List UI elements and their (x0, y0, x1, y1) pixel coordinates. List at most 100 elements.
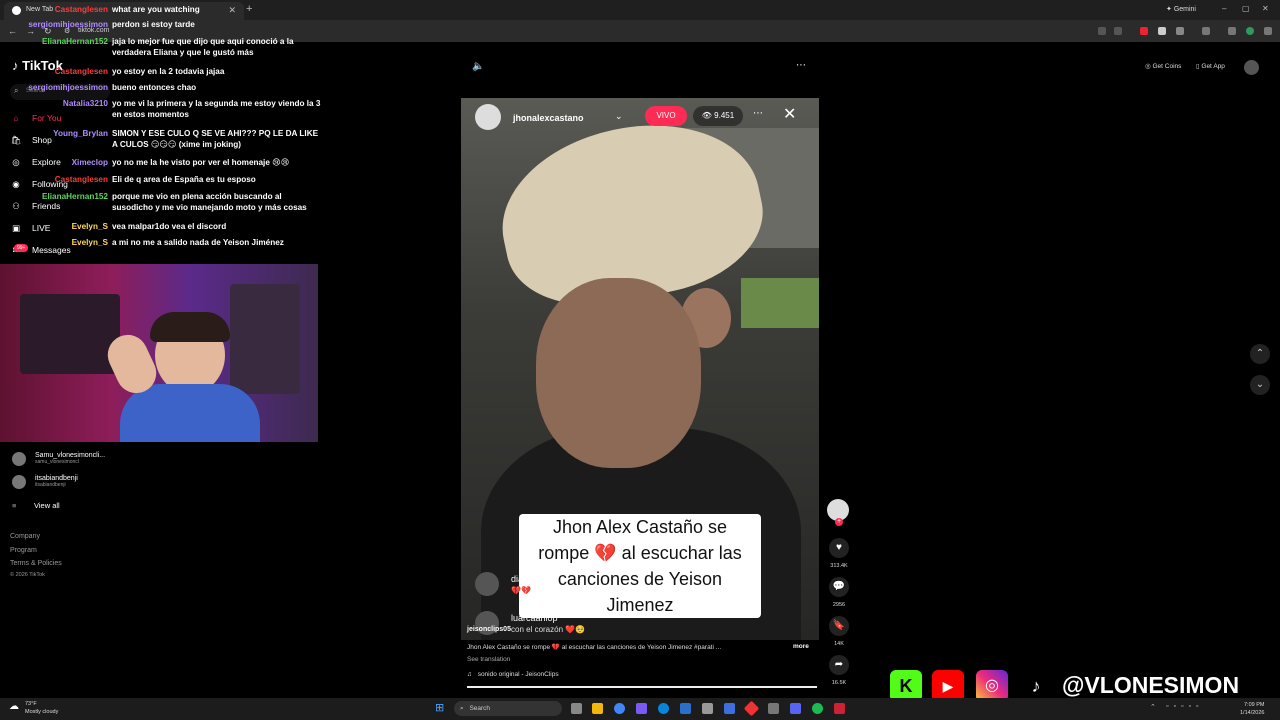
taskbar-search-icon: ⌕ (460, 705, 464, 712)
gemini-button[interactable]: ✦ Gemini (1166, 5, 1196, 13)
trees-background (741, 278, 819, 328)
chat-overlay: Castanglesen what are you watching sergiom… (0, 0, 330, 260)
like-button[interactable]: ♥ (829, 538, 849, 558)
chat-username: Evelyn_S (71, 238, 108, 247)
progress-track[interactable] (467, 686, 817, 688)
store-icon[interactable] (680, 703, 691, 714)
spotify-icon[interactable] (812, 703, 823, 714)
app-icon-1[interactable] (702, 703, 713, 714)
video-description: Jhon Alex Castaño se rompe 💔 al escuchar… (467, 643, 817, 651)
chat-username: Natalia3210 (62, 99, 108, 108)
stream-more-icon[interactable]: ⋯ (753, 108, 763, 119)
previous-video-icon[interactable]: ⌃ (1250, 344, 1270, 364)
chat-text: jaja lo mejor fue que dijo que aqui cono… (112, 37, 294, 57)
comment-user: dian (511, 574, 529, 584)
more-link[interactable]: more (793, 643, 809, 650)
taskbar-clock[interactable]: 7:09 PM 1/14/2026 (1240, 701, 1264, 717)
comment-button[interactable]: 💬 (829, 577, 849, 597)
windows-start-icon[interactable]: ⊞ (435, 701, 444, 714)
get-app-label: Get App (1201, 63, 1225, 70)
chat-text: Eli de q area de España es tu esposo (112, 175, 256, 184)
downloads-icon[interactable] (1228, 27, 1236, 35)
footer-link[interactable]: Program (10, 547, 37, 554)
install-icon[interactable] (1098, 27, 1106, 35)
task-view-icon[interactable] (571, 703, 582, 714)
viewer-count: 👁 9.451 (693, 106, 743, 126)
volume-icon[interactable]: 🔈 (472, 61, 484, 72)
weather-icon: ☁ (9, 701, 19, 712)
more-options-icon[interactable]: ⋯ (796, 60, 806, 71)
description-text: Jhon Alex Castaño se rompe 💔 al escuchar… (467, 644, 722, 651)
footer-link[interactable]: Terms & Policies (10, 560, 62, 567)
close-icon[interactable]: ✕ (783, 104, 796, 124)
comment-user: luarcaanlop (511, 613, 558, 623)
see-translation-link[interactable]: See translation (467, 656, 510, 663)
taskbar-search[interactable]: ⌕ Search (454, 701, 562, 716)
next-video-icon[interactable]: ⌄ (1250, 375, 1270, 395)
streamer-handle: @VLONESIMON (1062, 672, 1240, 698)
like-count: 313.4K (830, 563, 848, 569)
taskbar-search-label: Search (469, 705, 491, 712)
chevron-down-icon[interactable]: ⌄ (615, 111, 623, 122)
account-name: Samu_vlonesimoncli... (35, 452, 106, 459)
streamer-avatar[interactable] (475, 104, 501, 130)
file-explorer-icon[interactable] (592, 703, 603, 714)
chat-text: porque me vio en plena acción buscando a… (112, 192, 307, 212)
gemini-label: Gemini (1173, 6, 1196, 13)
screen: New Tab ✕ + ✦ Gemini – ▢ ✕ ← → ↻ ⚙ tikto… (0, 0, 1280, 720)
chat-username: Castanglesen (54, 67, 108, 76)
chat-username: sergiomihjoessimon (28, 83, 108, 92)
copilot-icon[interactable] (636, 703, 647, 714)
save-count: 14K (834, 641, 844, 647)
window-close-icon[interactable]: ✕ (1262, 4, 1269, 13)
discord-icon[interactable] (790, 703, 801, 714)
follow-plus-icon[interactable]: + (835, 518, 843, 526)
chat-username: ElianaHernan152 (42, 192, 108, 201)
weather-widget[interactable]: 73°F Mostly cloudy (25, 700, 58, 716)
split-view-icon[interactable] (1202, 27, 1210, 35)
person-hair (150, 312, 230, 342)
view-all-icon: ≡ (12, 501, 17, 510)
app-icon-5[interactable] (834, 703, 845, 714)
chat-text: bueno entonces chao (112, 83, 197, 92)
extension-diamond-icon[interactable] (1158, 27, 1166, 35)
chat-username: Ximeclop (71, 158, 108, 167)
extension-red-icon[interactable] (1140, 27, 1148, 35)
minimize-icon[interactable]: – (1222, 4, 1226, 13)
progress-fill (467, 686, 817, 688)
chat-text: yo no me la he visto por ver el homenaje… (112, 158, 290, 167)
account-handle: itsabiandbenji (35, 482, 66, 488)
profile-avatar[interactable] (1246, 27, 1254, 35)
browser-menu-icon[interactable] (1264, 27, 1272, 35)
footer-link[interactable]: Company (10, 533, 40, 540)
get-coins-button[interactable]: ◎ Get Coins (1145, 60, 1181, 74)
streamer-name[interactable]: jhonalexcastano (513, 113, 584, 123)
system-tray-icons[interactable]: ▫▫▫▫▫ (1166, 703, 1228, 712)
comment-text: con el corazón ❤️🥺 (511, 625, 586, 634)
comment-count: 2956 (832, 602, 846, 608)
music-note-icon: ♫ (467, 671, 472, 678)
chrome-icon[interactable] (614, 703, 625, 714)
chat-text: SIMON Y ESE CULO Q SE VE AHI??? PQ LE DA… (112, 129, 319, 149)
chat-username: Castanglesen (54, 5, 108, 14)
app-icon-2[interactable] (724, 703, 735, 714)
chat-text: yo me vi la primera y la segunda me esto… (112, 99, 321, 119)
save-button[interactable]: 🔖 (829, 616, 849, 636)
account-name: itsabiandbenji (35, 475, 78, 482)
get-app-button[interactable]: ▯ Get App (1196, 60, 1225, 74)
view-all-link[interactable]: ≡ View all (12, 501, 60, 510)
app-icon-4[interactable] (768, 703, 779, 714)
comment-text: 💔💔 (511, 586, 531, 595)
tray-chevron-icon[interactable]: ⌃ (1150, 703, 1156, 711)
user-avatar[interactable] (1244, 60, 1259, 75)
sound-link[interactable]: ♫ sonido original - JeisonClips (467, 671, 559, 678)
share-button[interactable]: ➦ (829, 655, 849, 675)
maximize-icon[interactable]: ▢ (1242, 4, 1250, 13)
extensions-puzzle-icon[interactable] (1176, 27, 1184, 35)
streamer-webcam (0, 264, 318, 442)
bookmark-star-icon[interactable] (1114, 27, 1122, 35)
chat-username: Evelyn_S (71, 222, 108, 231)
sound-name: sonido original - JeisonClips (477, 671, 559, 678)
edge-icon[interactable] (658, 703, 669, 714)
video-watermark: jeisonclips05 (467, 626, 511, 633)
